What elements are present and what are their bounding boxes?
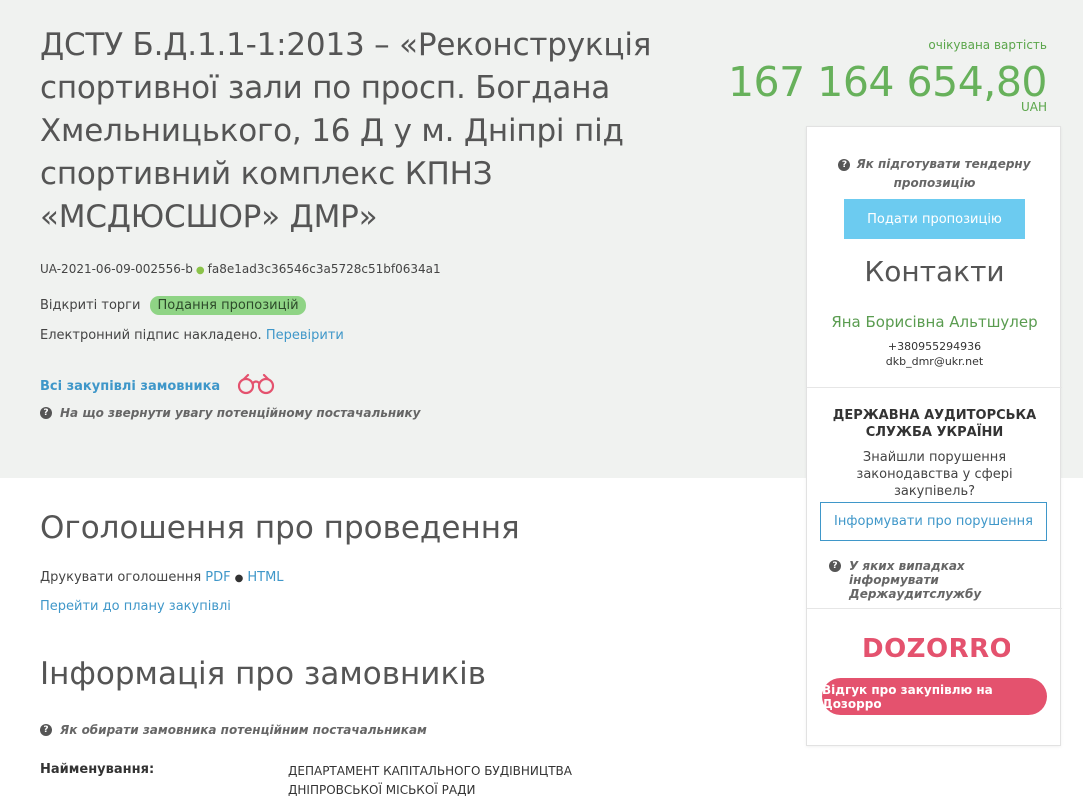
divider: [807, 387, 1062, 388]
dozorro-feedback-button[interactable]: Відгук про закупівлю на Дозорро: [822, 678, 1047, 715]
customer-name-value: ДЕПАРТАМЕНТ КАПІТАЛЬНОГО БУДІВНИЦТВА ДНІ…: [288, 764, 572, 797]
das-title: ДЕРЖАВНА АУДИТОРСЬКА СЛУЖБА УКРАЇНИ: [832, 408, 1037, 440]
print-announcement-row: Друкувати оголошення PDF ● HTML: [40, 570, 284, 585]
customer-hint[interactable]: ? Як обирати замовника потенційним поста…: [40, 723, 427, 737]
all-purchases-link[interactable]: Всі закупівлі замовника: [40, 379, 220, 394]
all-purchases-row: Всі закупівлі замовника: [40, 373, 276, 399]
procurement-plan-link[interactable]: Перейти до плану закупівлі: [40, 599, 231, 614]
das-question: Знайшли порушення законодавства у сфері …: [856, 450, 1013, 499]
binoculars-icon[interactable]: [236, 373, 276, 399]
prepare-proposal-hint[interactable]: ? Як підготувати тендерну пропозицію: [807, 155, 1062, 193]
procurement-type: Відкриті торги: [40, 298, 141, 313]
contact-phone: +380955294936: [887, 340, 982, 353]
customer-hint-text: Як обирати замовника потенційним постача…: [60, 723, 427, 737]
signature-row: Електронний підпис накладено. Перевірити: [40, 328, 344, 343]
price-currency: UAH: [1020, 100, 1047, 114]
contact-email: dkb_dmr@ukr.net: [885, 355, 984, 368]
announcement-title: Оголошення про проведення: [40, 510, 520, 546]
contact-name: Яна Борисівна Альтшулер: [831, 313, 1038, 331]
question-icon: ?: [829, 560, 841, 572]
print-label: Друкувати оголошення: [40, 570, 202, 585]
sidebar: ? Як підготувати тендерну пропозицію Пода…: [806, 126, 1062, 746]
prepare-hint-text: Як підготувати тендерну пропозицію: [856, 157, 1031, 190]
divider: [807, 608, 1062, 609]
tender-title: ДСТУ Б.Д.1.1-1:2013 – «Реконструкція спо…: [40, 27, 652, 235]
price-label: очікувана вартість: [928, 38, 1047, 52]
print-html-link[interactable]: HTML: [247, 570, 283, 585]
verify-signature-link[interactable]: Перевірити: [266, 328, 344, 343]
tender-identifier: UA-2021-06-09-002556-b ● fa8e1ad3c36546c3a…: [40, 262, 441, 276]
price-value: 167 164 654,80: [727, 58, 1048, 106]
customers-title: Інформація про замовників: [40, 656, 487, 692]
tender-id: UA-2021-06-09-002556-b: [40, 262, 193, 276]
customer-name-label: Найменування:: [40, 762, 155, 777]
status-badge: Подання пропозицій: [150, 296, 306, 315]
procurement-info: Відкриті торги Подання пропозицій: [40, 296, 306, 315]
question-icon: ?: [40, 407, 52, 419]
dozorro-logo: DOZORRO: [807, 629, 1062, 665]
signature-text: Електронний підпис накладено.: [40, 328, 262, 343]
supplier-hint-text: На що звернути увагу потенційному постач…: [60, 406, 421, 420]
tender-hash: fa8e1ad3c36546c3a5728c51bf0634a1: [207, 262, 441, 276]
svg-text:DOZORRO: DOZORRO: [862, 634, 1010, 664]
das-hint[interactable]: ? У яких випадках інформувати Держаудитс…: [829, 559, 1049, 601]
separator-dot-icon: ●: [234, 573, 244, 584]
print-pdf-link[interactable]: PDF: [205, 570, 230, 585]
supplier-hint[interactable]: ? На що звернути увагу потенційному пост…: [40, 406, 421, 420]
das-hint-text: У яких випадках інформувати Держаудитслу…: [849, 559, 982, 601]
separator-dot-icon: ●: [195, 265, 205, 276]
contacts-title: Контакти: [864, 255, 1005, 288]
question-icon: ?: [40, 724, 52, 736]
submit-proposal-button[interactable]: Подати пропозицію: [844, 199, 1025, 239]
question-icon: ?: [838, 159, 851, 171]
report-violation-button[interactable]: Інформувати про порушення: [820, 502, 1047, 541]
